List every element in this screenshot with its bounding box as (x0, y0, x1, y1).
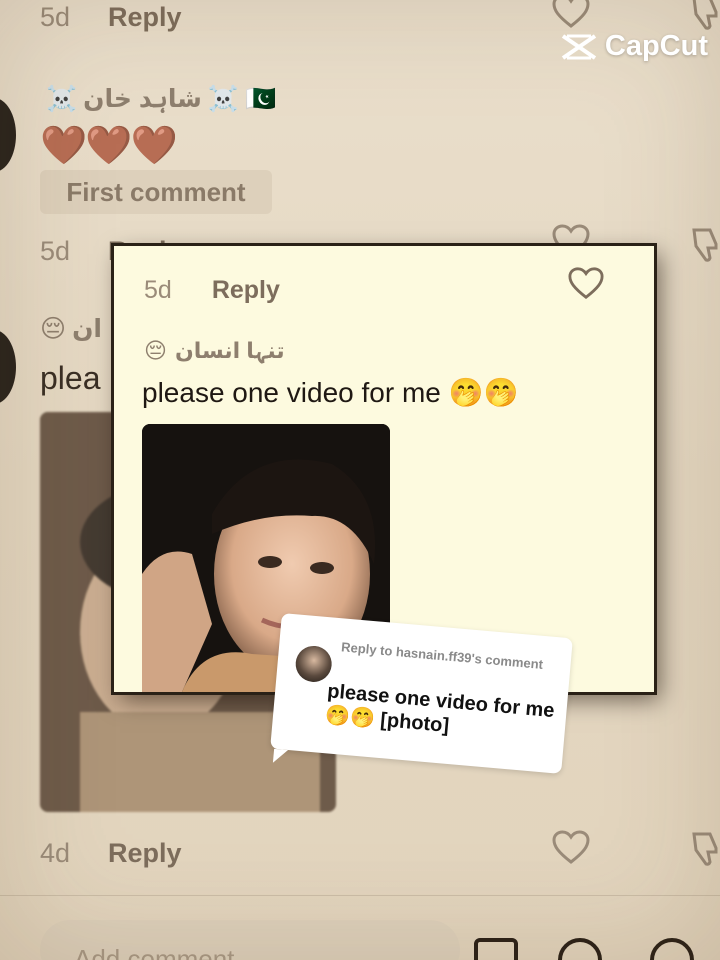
dislike-icon[interactable] (690, 226, 720, 262)
comment-meta: 4d Reply (40, 838, 182, 869)
reply-header: Reply to hasnain.ff39's comment (340, 639, 544, 672)
add-comment-input[interactable]: Add comment... (40, 920, 460, 960)
divider (0, 895, 720, 896)
comment-meta-top: 5d Reply (40, 2, 182, 33)
username-text: تنہا انسان (174, 338, 285, 363)
comment-date: 5d (144, 276, 172, 304)
pensive-emoji: 😔 (144, 338, 167, 363)
comment-username[interactable]: 😔 تنہا انسان (144, 338, 285, 364)
dislike-icon[interactable] (690, 830, 720, 866)
like-heart-icon[interactable] (552, 0, 590, 28)
capcut-watermark: CapCut (561, 30, 708, 63)
capcut-brand: CapCut (604, 30, 708, 62)
like-heart-icon[interactable] (568, 266, 604, 300)
skull-emoji: ☠️ (46, 84, 78, 113)
pensive-emoji: 😔 (40, 315, 67, 343)
comment-meta: 5d Reply (144, 276, 280, 305)
comment-text: plea (40, 360, 101, 396)
username-text: شاہد خان (83, 85, 202, 113)
comment-date: 4d (40, 838, 71, 868)
comment-date: 5d (40, 2, 71, 32)
capcut-logo-icon (561, 33, 597, 60)
skull-emoji: ☠️ (207, 84, 240, 113)
comment-text: 🤎🤎🤎 (40, 125, 178, 167)
avatar (294, 644, 334, 684)
reply-button[interactable]: Reply (108, 2, 182, 33)
dislike-icon[interactable] (690, 0, 720, 30)
comment-text: please one video for me 🤭🤭 (142, 377, 519, 408)
comment-date: 5d (40, 236, 71, 266)
reply-button[interactable]: Reply (212, 276, 280, 305)
username-text: ان (72, 315, 102, 343)
image-picker-icon[interactable] (474, 938, 518, 960)
pakistan-flag-icon: 🇵🇰 (245, 84, 277, 113)
like-heart-icon[interactable] (552, 830, 590, 864)
comment-username[interactable]: 😔 ان (40, 314, 102, 344)
reply-to-comment-sticker[interactable]: Reply to hasnain.ff39's comment please o… (270, 613, 573, 774)
comment-username[interactable]: ☠️ شاہد خان ☠️ 🇵🇰 (46, 84, 276, 114)
reply-button[interactable]: Reply (108, 838, 182, 869)
reply-text: please one video for me 🤭🤭 [photo] (324, 680, 556, 737)
first-comment-badge: First comment (40, 170, 272, 214)
